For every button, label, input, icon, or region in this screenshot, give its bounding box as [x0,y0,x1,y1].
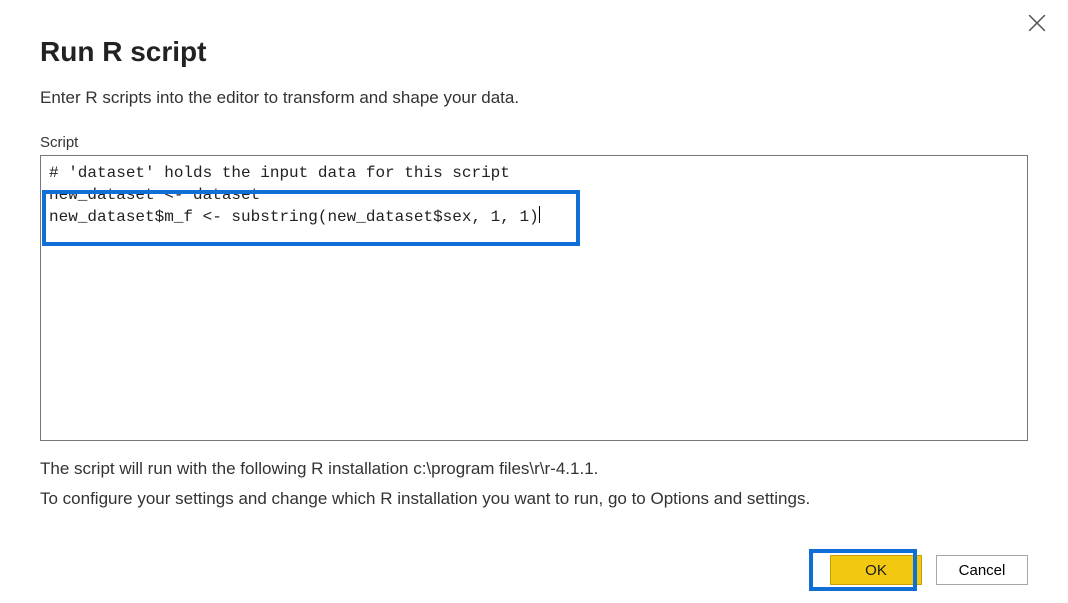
r-install-info: The script will run with the following R… [40,459,1028,479]
script-line: new_dataset <- dataset [49,184,1019,206]
dialog-button-row: OK Cancel [830,555,1028,585]
script-field-label: Script [40,134,1028,151]
dialog-subtitle: Enter R scripts into the editor to trans… [40,88,1028,108]
ok-button[interactable]: OK [830,555,922,585]
r-settings-info: To configure your settings and change wh… [40,489,1028,509]
script-line: # 'dataset' holds the input data for thi… [49,162,1019,184]
script-editor[interactable]: # 'dataset' holds the input data for thi… [40,155,1028,441]
close-icon[interactable] [1028,14,1046,32]
dialog-title: Run R script [40,36,1028,68]
script-line: new_dataset$m_f <- substring(new_dataset… [49,206,1019,228]
run-r-script-dialog: Run R script Enter R scripts into the ed… [0,0,1068,603]
text-cursor [539,206,540,223]
cancel-button[interactable]: Cancel [936,555,1028,585]
